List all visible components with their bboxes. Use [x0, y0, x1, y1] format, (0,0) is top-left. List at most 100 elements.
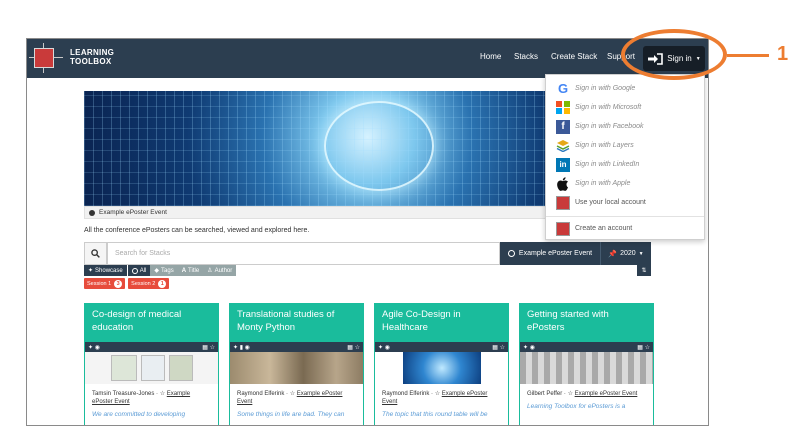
filter-title[interactable]: A Title	[177, 265, 204, 276]
card-thumbnail	[85, 352, 218, 384]
card-toolbar: ✦ ◉ ▦ ☆	[520, 342, 653, 352]
search-button[interactable]	[84, 242, 107, 265]
learning-toolbox-logo[interactable]	[34, 48, 54, 68]
signin-facebook[interactable]: f Sign in with Facebook	[556, 118, 643, 135]
intro-text: All the conference ePosters can be searc…	[84, 227, 310, 234]
search-row: Search for Stacks Example ePoster Event …	[84, 242, 651, 265]
pin-globe-icons: ✦ ◉	[378, 344, 390, 351]
pin-icon: 📌	[608, 250, 618, 258]
grid-star-icons[interactable]: ▦ ☆	[202, 344, 215, 351]
banner-caption-text: Example ePoster Event	[99, 209, 167, 216]
filter-tags[interactable]: ◆ Tags	[150, 265, 178, 276]
top-navbar: LEARNING TOOLBOX Home Stacks Create Stac…	[27, 39, 708, 78]
filter-showcase-label: Showcase	[95, 267, 123, 274]
signin-linkedin[interactable]: in Sign in with LinkedIn	[556, 156, 639, 173]
signin-google-label: Sign in with Google	[575, 85, 636, 92]
stack-card[interactable]: Translational studies of Monty Python ✦ …	[229, 303, 364, 425]
signin-apple[interactable]: Sign in with Apple	[556, 175, 630, 192]
signin-facebook-label: Sign in with Facebook	[575, 123, 644, 130]
caret-down-icon: ▼	[638, 250, 644, 257]
nav-create-stack[interactable]: Create Stack	[551, 52, 597, 61]
microsoft-icon	[556, 100, 570, 115]
card-toolbar: ✦ ◉ ▦ ☆	[85, 342, 218, 352]
logo-line-1: LEARNING	[70, 48, 115, 57]
logo-line-2: TOOLBOX	[70, 57, 112, 66]
circle-icon	[507, 250, 515, 257]
card-description: Learning Toolbox for ePosters is a	[527, 403, 626, 410]
tag-icon: ◆	[154, 268, 160, 274]
card-thumbnail	[375, 352, 508, 384]
author-name: Raymond Elferink ·	[237, 391, 290, 397]
signin-linkedin-label: Sign in with LinkedIn	[575, 161, 640, 168]
event-filter-button[interactable]: Example ePoster Event	[500, 242, 600, 265]
pin-globe-icons: ✦ ◉	[88, 344, 100, 351]
card-title[interactable]: Getting started with ePosters	[520, 304, 653, 342]
card-thumbnail	[520, 352, 653, 384]
grid-star-icons[interactable]: ▦ ☆	[347, 344, 360, 351]
signin-apple-label: Sign in with Apple	[575, 180, 631, 187]
author-name: Raymond Elferink ·	[382, 391, 435, 397]
event-filter-label: Example ePoster Event	[518, 250, 593, 257]
stack-card[interactable]: Getting started with ePosters ✦ ◉ ▦ ☆ Gi…	[519, 303, 654, 425]
card-thumbnail	[230, 352, 363, 384]
filter-title-label: Title	[188, 267, 200, 274]
card-title[interactable]: Translational studies of Monty Python	[230, 304, 363, 342]
session-1-badge[interactable]: Session 1 3	[84, 278, 126, 289]
signin-google[interactable]: G Sign in with Google	[556, 80, 635, 97]
star-icon: ☆	[289, 391, 297, 397]
event-link[interactable]: Example ePoster Event	[575, 391, 638, 397]
signin-local[interactable]: Use your local account	[556, 194, 646, 211]
sort-button[interactable]: ⇅	[637, 265, 651, 276]
filter-all-label: All	[139, 267, 147, 274]
info-icon	[89, 209, 95, 216]
stack-card[interactable]: Agile Co-Design in Healthcare ✦ ◉ ▦ ☆ Ra…	[374, 303, 509, 425]
card-description: The topic that this round table will be	[382, 411, 488, 418]
filter-tags-label: Tags	[161, 267, 174, 274]
filter-showcase[interactable]: ✦ Showcase	[84, 265, 127, 276]
signin-local-label: Use your local account	[575, 199, 646, 206]
year-filter-button[interactable]: 📌 2020 ▼	[600, 242, 651, 265]
create-account-label: Create an account	[575, 225, 633, 232]
nav-stacks[interactable]: Stacks	[514, 52, 538, 61]
search-input[interactable]: Search for Stacks	[107, 242, 500, 265]
card-description: Some things in life are bad. They can	[237, 411, 345, 418]
nav-home[interactable]: Home	[480, 52, 501, 61]
sort-icon: ⇅	[641, 268, 647, 274]
local-account-icon	[556, 195, 570, 210]
logo-text[interactable]: LEARNING TOOLBOX	[70, 48, 114, 66]
dropdown-divider	[546, 216, 704, 217]
search-icon	[91, 249, 100, 258]
signin-microsoft[interactable]: Sign in with Microsoft	[556, 99, 641, 116]
browser-viewport: LEARNING TOOLBOX Home Stacks Create Stac…	[26, 38, 709, 426]
circle-icon	[131, 267, 138, 274]
session-1-label: Session 1	[87, 280, 112, 287]
filter-author[interactable]: ♙ Author	[203, 265, 237, 276]
session-filters: Session 1 3 Session 2 1	[84, 278, 170, 289]
pin-doc-globe-icons: ✦ ▮ ◉	[233, 344, 250, 351]
signin-layers-label: Sign in with Layers	[575, 142, 634, 149]
session-2-count: 1	[158, 279, 167, 288]
card-description: We are committed to developing	[92, 411, 186, 418]
card-toolbar: ✦ ▮ ◉ ▦ ☆	[230, 342, 363, 352]
card-title[interactable]: Agile Co-Design in Healthcare	[375, 304, 508, 342]
callout-highlight-ring	[621, 29, 727, 80]
brain-graphic	[324, 101, 434, 191]
google-icon: G	[557, 81, 569, 96]
pin-icon: ✦	[88, 268, 94, 274]
filter-row: ✦ Showcase All ◆ Tags A Title ♙ Author	[84, 265, 237, 276]
card-author: Raymond Elferink · ☆ Example ePoster Eve…	[230, 390, 363, 406]
signin-layers[interactable]: Sign in with Layers	[556, 137, 634, 154]
author-icon: ♙	[207, 268, 213, 274]
grid-star-icons[interactable]: ▦ ☆	[492, 344, 505, 351]
author-name: Tamsin Treasure-Jones ·	[92, 391, 160, 397]
grid-star-icons[interactable]: ▦ ☆	[637, 344, 650, 351]
create-account[interactable]: Create an account	[556, 220, 632, 237]
session-2-badge[interactable]: Session 2 1	[128, 278, 170, 289]
card-title[interactable]: Co-design of medical education	[85, 304, 218, 342]
stack-card[interactable]: Co-design of medical education ✦ ◉ ▦ ☆ T…	[84, 303, 219, 425]
card-toolbar: ✦ ◉ ▦ ☆	[375, 342, 508, 352]
card-author: Raymond Elferink · ☆ Example ePoster Eve…	[375, 390, 508, 406]
sign-in-dropdown: G Sign in with Google Sign in with Micro…	[545, 74, 705, 240]
layers-icon	[556, 139, 570, 153]
filter-all[interactable]: All	[127, 265, 151, 276]
